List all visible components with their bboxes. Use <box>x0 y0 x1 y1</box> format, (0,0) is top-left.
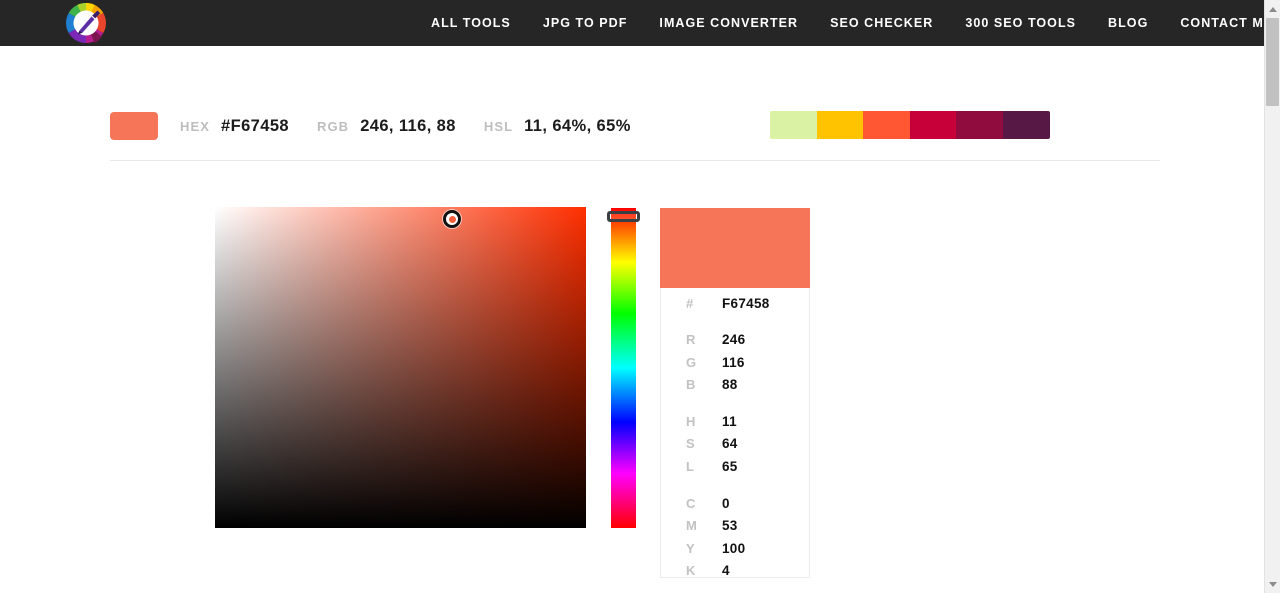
color-info-rows: # F67458 R 246 G 116 B 88 H 11 S 64 L 65… <box>660 296 810 593</box>
info-row: C 0 <box>686 496 810 518</box>
info-row: Y 100 <box>686 541 810 563</box>
color-preview-swatch <box>660 208 810 288</box>
nav-link-image-converter[interactable]: IMAGE CONVERTER <box>643 0 814 46</box>
palette-chip[interactable] <box>1002 111 1050 139</box>
info-key: # <box>686 296 694 311</box>
info-value-r[interactable]: 246 <box>722 332 745 347</box>
palette-chip[interactable] <box>956 111 1003 139</box>
color-wheel-brush-logo-icon <box>64 1 108 45</box>
info-value-l[interactable]: 65 <box>722 459 738 474</box>
nav-link-seo-checker[interactable]: SEO CHECKER <box>814 0 949 46</box>
info-key: Y <box>686 540 695 556</box>
palette-chip[interactable] <box>770 111 817 139</box>
info-row: H 11 <box>686 414 810 436</box>
nav-link-jpg-to-pdf[interactable]: JPG TO PDF <box>527 0 644 46</box>
hex-label: HEX <box>180 118 211 134</box>
palette-chip[interactable] <box>863 111 910 139</box>
saturation-value-cursor[interactable] <box>443 210 461 228</box>
palette-chip[interactable] <box>909 111 957 139</box>
nav-link-contact-me[interactable]: CONTACT ME <box>1164 0 1280 46</box>
summary-color-swatch[interactable] <box>110 112 158 140</box>
info-row: B 88 <box>686 377 810 399</box>
info-row: R 246 <box>686 332 810 354</box>
info-value-m[interactable]: 53 <box>722 518 738 533</box>
top-navbar: ALL TOOLS JPG TO PDF IMAGE CONVERTER SEO… <box>0 0 1272 46</box>
info-group-hsl: H 11 S 64 L 65 <box>686 414 810 481</box>
chevron-down-icon <box>1268 581 1277 587</box>
info-row: L 65 <box>686 459 810 481</box>
info-row: K 4 <box>686 563 810 585</box>
hue-slider[interactable] <box>611 208 636 528</box>
info-row: G 116 <box>686 355 810 377</box>
page-root: ALL TOOLS JPG TO PDF IMAGE CONVERTER SEO… <box>0 0 1280 593</box>
summary-values: HEX #F67458 RGB 246, 116, 88 HSL 11, 64%… <box>180 117 659 136</box>
info-group-rgb: R 246 G 116 B 88 <box>686 332 810 399</box>
info-row: S 64 <box>686 436 810 458</box>
info-group-hex: # F67458 <box>686 296 810 318</box>
palette-chip[interactable] <box>816 111 864 139</box>
rgb-value[interactable]: 246, 116, 88 <box>360 117 456 136</box>
scroll-up-button[interactable] <box>1265 1 1280 17</box>
page-scrollbar[interactable] <box>1264 0 1280 593</box>
info-value-g[interactable]: 116 <box>722 355 745 370</box>
nav-links: ALL TOOLS JPG TO PDF IMAGE CONVERTER SEO… <box>415 0 1280 46</box>
info-key: C <box>686 496 696 512</box>
info-key: M <box>686 518 698 534</box>
hsl-label: HSL <box>483 118 514 134</box>
info-value-h[interactable]: 11 <box>722 414 737 429</box>
chevron-up-icon <box>1268 6 1277 12</box>
saturation-value-area[interactable] <box>215 207 586 528</box>
info-row: # F67458 <box>686 296 810 318</box>
info-value-s[interactable]: 64 <box>722 436 738 451</box>
hsl-value[interactable]: 11, 64%, 65% <box>524 117 631 136</box>
info-value-k[interactable]: 4 <box>722 563 730 578</box>
info-row: M 53 <box>686 518 810 540</box>
info-value-c[interactable]: 0 <box>722 496 730 511</box>
nav-link-300-seo-tools[interactable]: 300 SEO TOOLS <box>949 0 1092 46</box>
info-value-hex[interactable]: F67458 <box>722 296 770 311</box>
info-key: G <box>686 354 697 370</box>
scrollbar-thumb[interactable] <box>1266 18 1279 106</box>
info-key: H <box>686 414 696 430</box>
info-group-cmyk: C 0 M 53 Y 100 K 4 <box>686 496 810 585</box>
section-divider <box>110 160 1160 161</box>
hex-value[interactable]: #F67458 <box>221 117 289 136</box>
palette-strip <box>770 111 1050 139</box>
scroll-down-button[interactable] <box>1265 576 1280 592</box>
info-key: K <box>686 562 696 578</box>
info-key: B <box>686 376 696 392</box>
info-key: R <box>686 332 696 348</box>
nav-link-all-tools[interactable]: ALL TOOLS <box>415 0 527 46</box>
info-key: S <box>686 436 695 452</box>
site-logo[interactable] <box>62 1 110 45</box>
info-value-b[interactable]: 88 <box>722 377 738 392</box>
rgb-label: RGB <box>316 118 350 134</box>
info-value-y[interactable]: 100 <box>722 541 745 556</box>
hue-slider-handle[interactable] <box>607 211 640 222</box>
nav-link-blog[interactable]: BLOG <box>1092 0 1164 46</box>
info-key: L <box>686 458 695 474</box>
